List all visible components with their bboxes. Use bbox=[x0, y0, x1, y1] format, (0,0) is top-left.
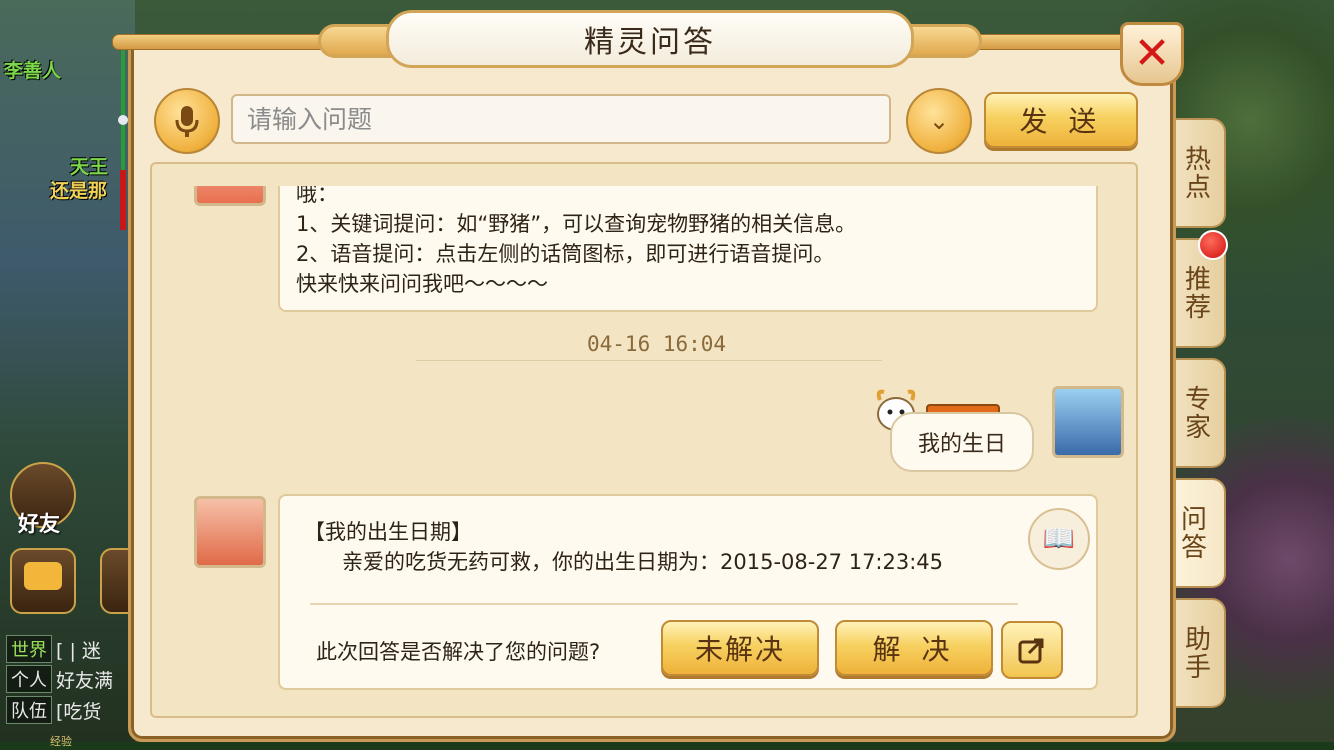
share-button[interactable] bbox=[1001, 621, 1063, 679]
close-button[interactable]: ✕ bbox=[1120, 22, 1184, 86]
book-icon: 📖 bbox=[1042, 524, 1076, 554]
tab-expert[interactable]: 专家 bbox=[1168, 358, 1226, 468]
answer-divider bbox=[310, 603, 1018, 605]
player-avatar bbox=[1052, 386, 1124, 458]
feedback-question: 此次回答是否解决了您的问题? bbox=[316, 640, 601, 664]
title-banner: 精灵问答 bbox=[386, 10, 914, 68]
chat-row-text: 好友满 bbox=[56, 669, 114, 692]
chat-channel-tag[interactable]: 队伍 bbox=[6, 696, 52, 724]
chat-button[interactable] bbox=[10, 548, 76, 614]
question-input[interactable] bbox=[231, 94, 891, 144]
chat-row-text: [吃货 bbox=[56, 700, 102, 723]
tab-hot[interactable]: 热点 bbox=[1168, 118, 1226, 228]
tassel-ornament bbox=[118, 50, 128, 230]
npc-name: 天王 bbox=[70, 156, 109, 178]
chevron-down-icon: ⌄ bbox=[928, 107, 950, 135]
chat-bubble-icon bbox=[24, 562, 62, 590]
experience-label: 经验 bbox=[50, 735, 72, 748]
history-dropdown-button[interactable]: ⌄ bbox=[906, 88, 972, 154]
message-line: 2、语音提问：点击左侧的话筒图标，即可进行语音提问。 bbox=[296, 242, 835, 266]
chat-row: 世界 [ | 迷 bbox=[6, 635, 101, 663]
send-button[interactable]: 发 送 bbox=[984, 92, 1138, 148]
answer-body: 亲爱的吃货无药可救，你的出生日期为：2015-08-27 17:23:45 bbox=[342, 550, 944, 574]
unresolved-button[interactable]: 未解决 bbox=[661, 620, 819, 676]
message-line: 哦： bbox=[296, 186, 338, 206]
microphone-icon bbox=[175, 106, 199, 137]
answer-title: 【我的出生日期】 bbox=[304, 520, 472, 544]
user-message-bubble: 我的生日 bbox=[890, 412, 1034, 472]
chat-row: 个人 好友满 bbox=[6, 665, 114, 693]
dialog-title: 精灵问答 bbox=[584, 25, 716, 60]
message-line: 1、关键词提问：如“野猪”，可以查询宠物野猪的相关信息。 bbox=[296, 212, 857, 236]
npc-name: 李善人 bbox=[4, 60, 62, 82]
chat-channel-tag[interactable]: 世界 bbox=[6, 635, 52, 663]
spirit-avatar bbox=[194, 496, 266, 568]
details-button[interactable]: 📖 bbox=[1028, 508, 1090, 570]
timestamp-divider bbox=[416, 360, 882, 361]
friends-label: 好友 bbox=[18, 512, 60, 536]
resolved-button[interactable]: 解 决 bbox=[835, 620, 993, 676]
npc-name: 还是那 bbox=[50, 180, 108, 202]
message-line: 快来快来问问我吧～～～～ bbox=[296, 272, 548, 296]
spirit-avatar bbox=[194, 186, 266, 206]
voice-input-button[interactable] bbox=[154, 88, 220, 154]
close-icon: ✕ bbox=[1133, 28, 1171, 79]
experience-bar bbox=[0, 742, 1334, 750]
tab-assistant[interactable]: 助手 bbox=[1168, 598, 1226, 708]
chat-channel-tag[interactable]: 个人 bbox=[6, 665, 52, 693]
chat-row: 队伍 [吃货 bbox=[6, 696, 102, 724]
chat-row-text: [ | 迷 bbox=[56, 639, 101, 662]
message-timestamp: 04-16 16:04 bbox=[587, 332, 727, 356]
notification-badge bbox=[1198, 230, 1228, 260]
share-icon bbox=[1018, 638, 1044, 664]
